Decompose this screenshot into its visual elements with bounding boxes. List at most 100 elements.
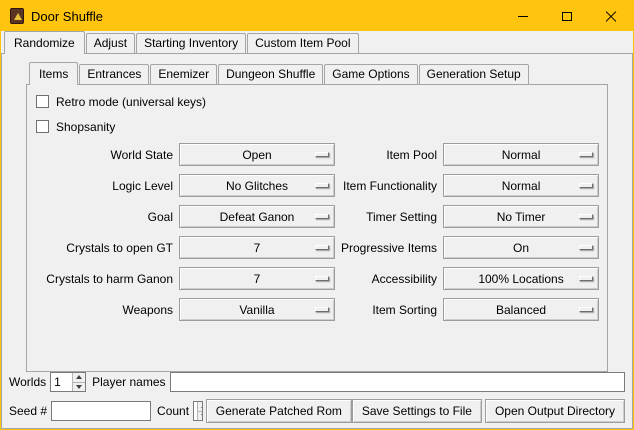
menu-indicator-icon bbox=[579, 307, 593, 312]
chevron-down-icon bbox=[201, 414, 203, 418]
maximize-button[interactable] bbox=[545, 1, 589, 31]
seed-row: Seed # Count Generate Patched Rom Save S… bbox=[9, 399, 625, 423]
count-spinbox bbox=[193, 401, 203, 421]
spin-up-button[interactable] bbox=[198, 402, 203, 411]
minimize-icon bbox=[518, 16, 528, 17]
item-functionality-label: Item Functionality bbox=[341, 179, 437, 193]
right-button-group: Save Settings to File Open Output Direct… bbox=[352, 399, 625, 423]
item-pool-dropdown[interactable]: Normal bbox=[443, 143, 599, 166]
seed-input[interactable] bbox=[51, 401, 151, 421]
weapons-dropdown[interactable]: Vanilla bbox=[179, 298, 335, 321]
window-controls bbox=[501, 1, 633, 31]
retro-mode-label: Retro mode (universal keys) bbox=[56, 95, 206, 109]
save-settings-button[interactable]: Save Settings to File bbox=[352, 399, 482, 423]
dropdown-value: Defeat Ganon bbox=[220, 210, 295, 224]
dropdown-value: Normal bbox=[502, 148, 541, 162]
tab-adjust[interactable]: Adjust bbox=[86, 33, 135, 53]
accessibility-dropdown[interactable]: 100% Locations bbox=[443, 267, 599, 290]
dropdown-value: Vanilla bbox=[239, 303, 274, 317]
tab-dungeon-shuffle[interactable]: Dungeon Shuffle bbox=[218, 64, 323, 84]
spinner-buttons bbox=[197, 402, 203, 420]
goal-label: Goal bbox=[35, 210, 173, 224]
progressive-items-dropdown[interactable]: On bbox=[443, 236, 599, 259]
progressive-items-label: Progressive Items bbox=[341, 241, 437, 255]
worlds-input[interactable] bbox=[51, 373, 72, 391]
app-icon bbox=[10, 8, 24, 24]
outer-tab-bar: Randomize Adjust Starting Inventory Cust… bbox=[1, 31, 633, 53]
worlds-spinbox bbox=[50, 372, 86, 392]
item-sorting-dropdown[interactable]: Balanced bbox=[443, 298, 599, 321]
spin-up-button[interactable] bbox=[73, 373, 85, 382]
spin-down-button[interactable] bbox=[73, 382, 85, 392]
checkbox-icon bbox=[36, 95, 49, 108]
item-pool-label: Item Pool bbox=[341, 148, 437, 162]
close-icon bbox=[605, 10, 617, 22]
menu-indicator-icon bbox=[315, 152, 329, 157]
chevron-down-icon bbox=[76, 385, 82, 389]
tab-enemizer[interactable]: Enemizer bbox=[150, 64, 217, 84]
count-label: Count bbox=[157, 404, 189, 418]
item-functionality-dropdown[interactable]: Normal bbox=[443, 174, 599, 197]
weapons-label: Weapons bbox=[35, 303, 173, 317]
settings-grid: World State Open Item Pool Normal Logic … bbox=[35, 143, 599, 321]
crystals-ganon-label: Crystals to harm Ganon bbox=[35, 272, 173, 286]
tab-generation-setup[interactable]: Generation Setup bbox=[419, 64, 529, 84]
player-names-label: Player names bbox=[92, 375, 165, 389]
maximize-icon bbox=[562, 12, 572, 21]
dropdown-value: 7 bbox=[254, 272, 261, 286]
world-state-dropdown[interactable]: Open bbox=[179, 143, 335, 166]
shopsanity-checkbox[interactable]: Shopsanity bbox=[35, 118, 599, 135]
tab-entrances[interactable]: Entrances bbox=[79, 64, 149, 84]
open-output-directory-button[interactable]: Open Output Directory bbox=[485, 399, 625, 423]
worlds-row: Worlds Player names bbox=[9, 372, 625, 392]
close-button[interactable] bbox=[589, 1, 633, 31]
tab-items[interactable]: Items bbox=[29, 62, 78, 85]
titlebar[interactable]: Door Shuffle bbox=[1, 1, 633, 31]
menu-indicator-icon bbox=[579, 183, 593, 188]
inner-tab-bar: Items Entrances Enemizer Dungeon Shuffle… bbox=[26, 62, 608, 84]
inner-notebook: Items Entrances Enemizer Dungeon Shuffle… bbox=[26, 62, 608, 372]
crystals-gt-dropdown[interactable]: 7 bbox=[179, 236, 335, 259]
menu-indicator-icon bbox=[315, 214, 329, 219]
retro-mode-checkbox[interactable]: Retro mode (universal keys) bbox=[35, 93, 599, 110]
dropdown-value: Normal bbox=[502, 179, 541, 193]
dropdown-value: On bbox=[513, 241, 529, 255]
goal-dropdown[interactable]: Defeat Ganon bbox=[179, 205, 335, 228]
menu-indicator-icon bbox=[579, 214, 593, 219]
tab-starting-inventory[interactable]: Starting Inventory bbox=[136, 33, 246, 53]
spin-down-button[interactable] bbox=[198, 411, 203, 421]
dropdown-value: 100% Locations bbox=[478, 272, 563, 286]
item-sorting-label: Item Sorting bbox=[341, 303, 437, 317]
randomize-tab-pane: Items Entrances Enemizer Dungeon Shuffle… bbox=[1, 53, 633, 429]
menu-indicator-icon bbox=[579, 276, 593, 281]
bottom-controls: Worlds Player names Seed # Count bbox=[2, 372, 632, 428]
dropdown-value: Balanced bbox=[496, 303, 546, 317]
crystals-ganon-dropdown[interactable]: 7 bbox=[179, 267, 335, 290]
dropdown-value: 7 bbox=[254, 241, 261, 255]
accessibility-label: Accessibility bbox=[341, 272, 437, 286]
menu-indicator-icon bbox=[315, 183, 329, 188]
spinner-buttons bbox=[72, 373, 85, 391]
dropdown-value: No Timer bbox=[497, 210, 546, 224]
chevron-up-icon bbox=[201, 404, 203, 408]
tab-randomize[interactable]: Randomize bbox=[4, 31, 85, 54]
seed-label: Seed # bbox=[9, 404, 47, 418]
chevron-up-icon bbox=[76, 375, 82, 379]
checkbox-icon bbox=[36, 120, 49, 133]
menu-indicator-icon bbox=[315, 307, 329, 312]
tab-game-options[interactable]: Game Options bbox=[324, 64, 417, 84]
menu-indicator-icon bbox=[315, 245, 329, 250]
minimize-button[interactable] bbox=[501, 1, 545, 31]
generate-patched-rom-button[interactable]: Generate Patched Rom bbox=[206, 399, 352, 423]
menu-indicator-icon bbox=[579, 245, 593, 250]
player-names-input[interactable] bbox=[170, 372, 626, 392]
world-state-label: World State bbox=[35, 148, 173, 162]
crystals-gt-label: Crystals to open GT bbox=[35, 241, 173, 255]
timer-setting-label: Timer Setting bbox=[341, 210, 437, 224]
menu-indicator-icon bbox=[579, 152, 593, 157]
logic-level-dropdown[interactable]: No Glitches bbox=[179, 174, 335, 197]
timer-setting-dropdown[interactable]: No Timer bbox=[443, 205, 599, 228]
dropdown-value: No Glitches bbox=[226, 179, 288, 193]
tab-custom-item-pool[interactable]: Custom Item Pool bbox=[247, 33, 358, 53]
menu-indicator-icon bbox=[315, 276, 329, 281]
